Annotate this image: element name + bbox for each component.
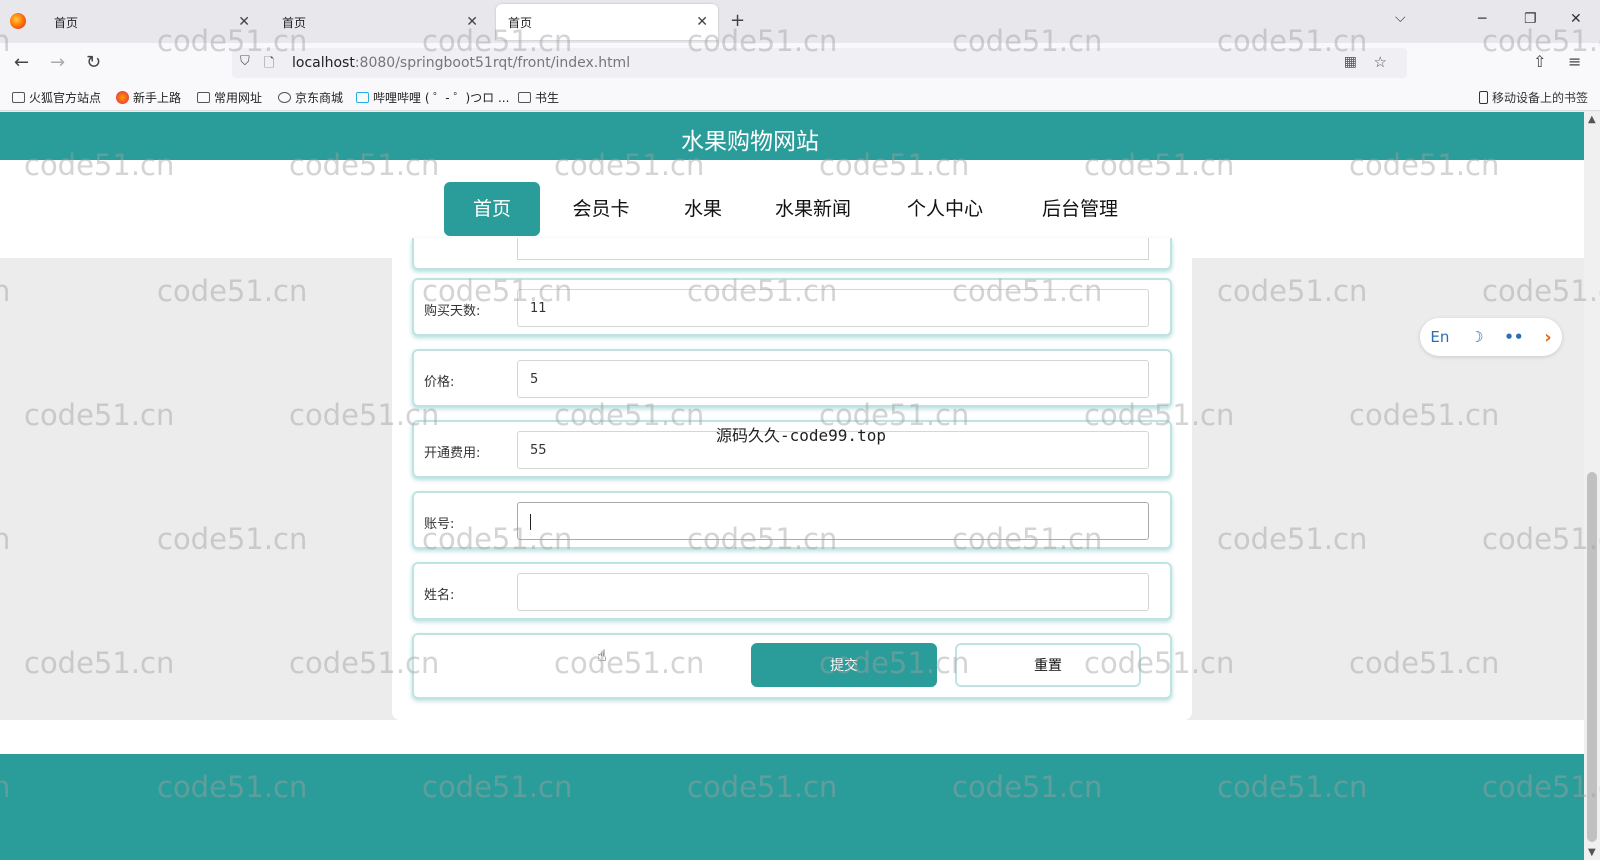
mobile-bookmarks[interactable]: 移动设备上的书签 <box>1478 89 1588 106</box>
tab-label: 首页 <box>282 15 307 30</box>
partial-input-edge <box>517 238 1149 260</box>
close-tab-icon[interactable]: ✕ <box>696 14 708 30</box>
page-spacer <box>0 720 1584 754</box>
bookmark-item[interactable]: 京东商城 <box>278 89 343 106</box>
reload-icon[interactable]: ↻ <box>86 52 101 73</box>
new-tab-button[interactable]: + <box>730 10 745 31</box>
browser-nav-bar: ← → ↻ ⛉ 🗋 localhost:8080/springboot51rqt… <box>0 43 1600 83</box>
close-window-icon[interactable]: ✕ <box>1570 11 1582 27</box>
text-caret <box>530 513 531 530</box>
qr-code-icon[interactable]: ▦ <box>1344 54 1357 70</box>
menu-item-membership-card[interactable]: 会员卡 <box>560 182 642 236</box>
firefox-logo-icon <box>10 13 26 29</box>
bookmark-item[interactable]: 常用网址 <box>197 89 262 106</box>
browser-tab-3-active[interactable]: 首页 ✕ <box>496 4 718 40</box>
form-row-partial <box>412 238 1172 270</box>
field-label: 账号: <box>424 517 455 532</box>
back-arrow-icon[interactable]: ← <box>14 52 29 73</box>
bookmark-label: 哔哩哔哩 ( ゜- ゜)つロ ... <box>373 91 510 105</box>
form-row-days: 购买天数: 11 <box>412 278 1172 336</box>
page-scrollbar[interactable]: ▲ ▼ <box>1584 112 1600 860</box>
menu-item-fruit[interactable]: 水果 <box>670 182 736 236</box>
extensions-icon[interactable]: ⇧ <box>1533 52 1546 71</box>
forward-arrow-icon[interactable]: → <box>50 52 65 73</box>
form-panel: 购买天数: 11 价格: 5 开通费用: 55 账号: 姓名: 提交 重置 <box>392 238 1192 720</box>
scroll-up-icon[interactable]: ▲ <box>1588 114 1596 125</box>
days-input[interactable]: 11 <box>517 289 1149 327</box>
menu-hamburger-icon[interactable]: ≡ <box>1568 52 1581 71</box>
mobile-phone-icon <box>1478 91 1488 104</box>
field-label: 价格: <box>424 375 455 390</box>
folder-icon <box>518 92 531 103</box>
minimize-icon[interactable]: ─ <box>1478 11 1486 27</box>
bookmark-star-icon[interactable]: ☆ <box>1374 53 1387 71</box>
shield-icon: ⛉ <box>240 54 250 69</box>
bookmark-label: 常用网址 <box>214 91 263 105</box>
scroll-down-icon[interactable]: ▼ <box>1588 847 1596 858</box>
form-row-price: 价格: 5 <box>412 349 1172 407</box>
url-host: localhost <box>292 55 355 71</box>
bookmark-item[interactable]: 书生 <box>518 89 559 106</box>
bookmark-label: 新手上路 <box>133 91 182 105</box>
account-input[interactable] <box>517 502 1149 540</box>
hand-cursor-icon: ☝ <box>597 646 607 665</box>
overlay-watermark-text: 源码久久-code99.top <box>716 426 886 445</box>
bookmark-item[interactable]: 火狐官方站点 <box>12 89 101 106</box>
url-bar[interactable]: ⛉ 🗋 localhost:8080/springboot51rqt/front… <box>232 48 1407 78</box>
menu-item-home[interactable]: 首页 <box>444 182 540 236</box>
quote-icon[interactable]: •• <box>1504 328 1523 346</box>
folder-icon <box>197 92 210 103</box>
folder-icon <box>12 92 25 103</box>
language-en-toggle[interactable]: En <box>1430 328 1449 346</box>
list-tabs-chevron-icon[interactable]: ⌵ <box>1395 10 1406 26</box>
chevron-right-icon[interactable]: › <box>1544 327 1551 348</box>
browser-tab-1[interactable]: 首页 ✕ <box>42 4 260 40</box>
firefox-icon <box>116 91 129 104</box>
menu-item-admin[interactable]: 后台管理 <box>1028 182 1132 236</box>
close-tab-icon[interactable]: ✕ <box>238 14 250 30</box>
bookmarks-bar: 火狐官方站点 新手上路 常用网址 京东商城 哔哩哔哩 ( ゜- ゜)つロ ...… <box>0 83 1600 111</box>
bookmark-label: 书生 <box>535 91 560 105</box>
globe-icon <box>278 92 291 103</box>
price-input[interactable]: 5 <box>517 360 1149 398</box>
submit-button[interactable]: 提交 <box>751 643 937 687</box>
form-row-account: 账号: <box>412 491 1172 549</box>
close-tab-icon[interactable]: ✕ <box>466 14 478 30</box>
form-row-actions: 提交 重置 <box>412 633 1172 699</box>
form-row-name: 姓名: <box>412 562 1172 620</box>
menu-item-fruit-news[interactable]: 水果新闻 <box>762 182 864 236</box>
menu-item-personal-center[interactable]: 个人中心 <box>892 182 998 236</box>
tab-label: 首页 <box>54 15 79 30</box>
reset-button[interactable]: 重置 <box>955 643 1141 687</box>
bilibili-icon <box>356 92 369 103</box>
language-widget[interactable]: En ☽ •• › <box>1420 318 1562 356</box>
site-footer <box>0 754 1584 860</box>
site-header: 水果购物网站 <box>0 112 1584 160</box>
bookmark-label: 火狐官方站点 <box>29 91 102 105</box>
restore-icon[interactable]: ❐ <box>1524 11 1537 27</box>
browser-tab-2[interactable]: 首页 ✕ <box>270 4 488 40</box>
name-input[interactable] <box>517 573 1149 611</box>
tab-label: 首页 <box>508 15 533 30</box>
url-text[interactable]: localhost:8080/springboot51rqt/front/ind… <box>292 55 630 71</box>
scrollbar-thumb[interactable] <box>1587 472 1597 842</box>
bookmark-label: 京东商城 <box>295 91 344 105</box>
page-viewport: 水果购物网站 首页 会员卡 水果 水果新闻 个人中心 后台管理 购买天数: 11… <box>0 112 1584 860</box>
moon-icon[interactable]: ☽ <box>1470 328 1483 346</box>
bookmark-item[interactable]: 新手上路 <box>116 89 181 106</box>
field-label: 购买天数: <box>424 304 481 319</box>
page-icon: 🗋 <box>264 56 275 71</box>
field-label: 姓名: <box>424 588 455 603</box>
site-title: 水果购物网站 <box>681 129 819 155</box>
browser-tab-bar: 首页 ✕ 首页 ✕ 首页 ✕ + ⌵ ─ ❐ ✕ <box>0 0 1600 43</box>
bookmark-item[interactable]: 哔哩哔哩 ( ゜- ゜)つロ ... <box>356 89 509 106</box>
mobile-bookmarks-label: 移动设备上的书签 <box>1491 91 1588 105</box>
field-label: 开通费用: <box>424 446 481 461</box>
url-path: :8080/springboot51rqt/front/index.html <box>354 55 631 71</box>
